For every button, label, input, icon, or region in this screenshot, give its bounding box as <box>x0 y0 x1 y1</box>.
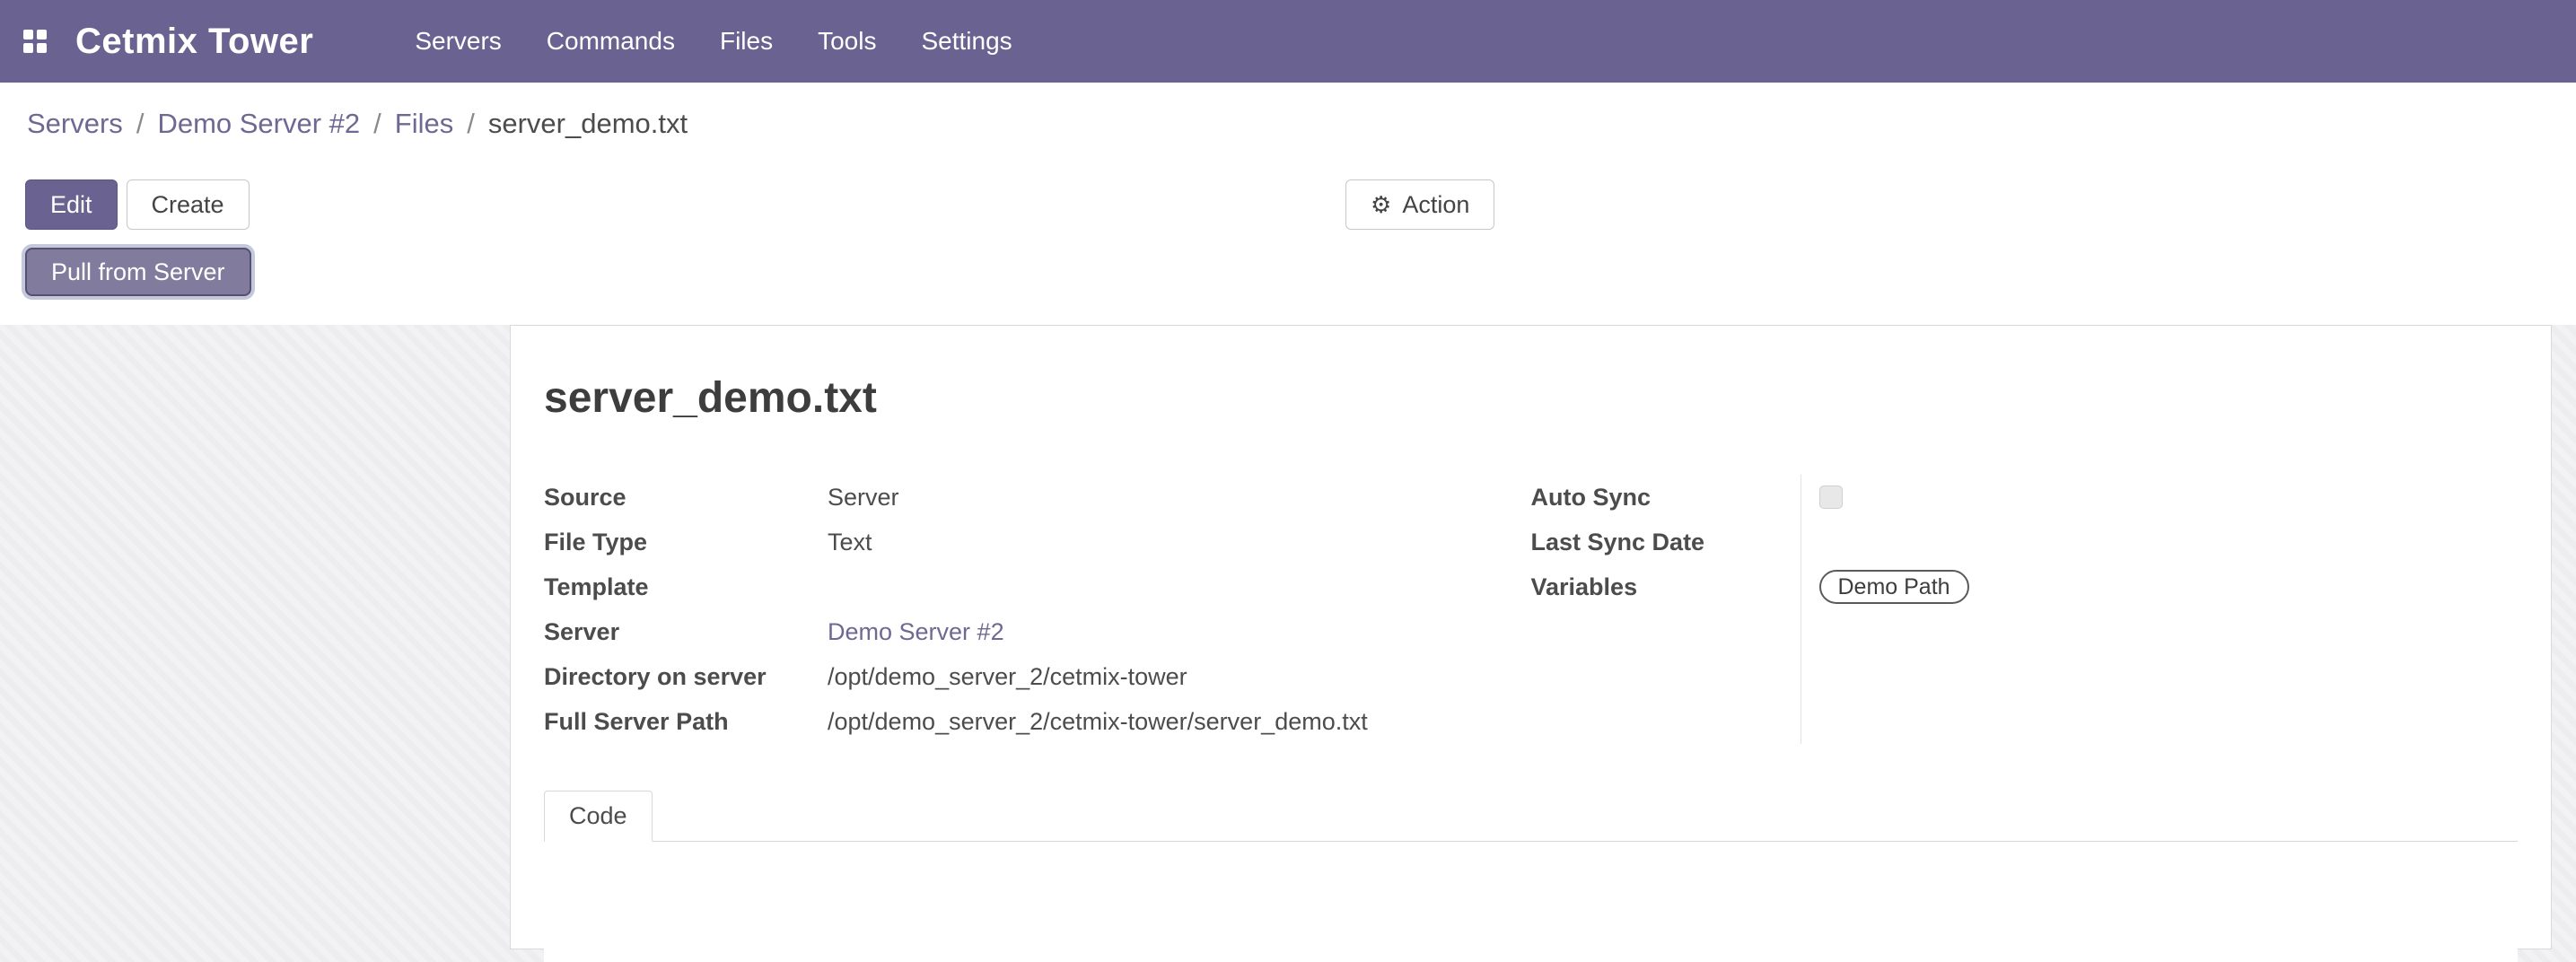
record-actions-row: Pull from Server <box>0 244 2576 302</box>
nav-item-commands[interactable]: Commands <box>524 27 697 56</box>
gear-icon: ⚙ <box>1371 193 1391 216</box>
field-row-directory: Directory on server /opt/demo_server_2/c… <box>544 654 1531 699</box>
create-button[interactable]: Create <box>127 179 250 230</box>
field-groups: Source Server File Type Text Template Se… <box>544 475 2518 744</box>
breadcrumb-servers[interactable]: Servers <box>27 108 123 140</box>
field-row-template: Template <box>544 564 1531 609</box>
field-group-left: Source Server File Type Text Template Se… <box>544 475 1531 744</box>
action-button[interactable]: ⚙ Action <box>1345 179 1494 230</box>
field-value-file-type: Text <box>828 529 872 556</box>
field-label-variables: Variables <box>1531 564 1801 609</box>
main-menu: Servers Commands Files Tools Settings <box>392 0 1034 83</box>
field-label-auto-sync: Auto Sync <box>1531 475 1801 520</box>
edit-button[interactable]: Edit <box>25 179 118 230</box>
field-group-right: Auto Sync Last Sync Date Variables Demo … <box>1531 475 2519 744</box>
field-label-template: Template <box>544 573 828 601</box>
field-label-last-sync-date: Last Sync Date <box>1531 520 1801 564</box>
breadcrumb-separator: / <box>373 108 381 140</box>
right-group-labels: Auto Sync Last Sync Date Variables <box>1531 475 1801 744</box>
tab-code[interactable]: Code <box>544 791 653 842</box>
nav-item-servers[interactable]: Servers <box>392 27 523 56</box>
breadcrumb: Servers / Demo Server #2 / Files / serve… <box>0 83 2576 165</box>
breadcrumb-separator: / <box>467 108 475 140</box>
field-value-source: Server <box>828 484 899 512</box>
field-value-directory: /opt/demo_server_2/cetmix-tower <box>828 663 1187 691</box>
field-value-auto-sync <box>1819 475 1969 520</box>
action-button-label: Action <box>1402 191 1469 219</box>
breadcrumb-current: server_demo.txt <box>488 108 688 140</box>
field-value-variables: Demo Path <box>1819 564 1969 609</box>
notebook-tabs: Code <box>544 791 2518 842</box>
apps-grid-icon[interactable] <box>23 30 47 53</box>
action-menu-wrap: ⚙ Action <box>1345 179 1494 230</box>
right-group-values: Demo Path <box>1801 475 1969 744</box>
breadcrumb-demo-server-2[interactable]: Demo Server #2 <box>157 108 360 140</box>
field-value-full-path: /opt/demo_server_2/cetmix-tower/server_d… <box>828 708 1368 736</box>
pull-from-server-button[interactable]: Pull from Server <box>25 248 251 296</box>
breadcrumb-files[interactable]: Files <box>395 108 453 140</box>
brand-title[interactable]: Cetmix Tower <box>75 22 313 62</box>
field-row-file-type: File Type Text <box>544 520 1531 564</box>
field-row-server: Server Demo Server #2 <box>544 609 1531 654</box>
nav-item-files[interactable]: Files <box>697 27 795 56</box>
field-label-full-path: Full Server Path <box>544 708 828 736</box>
field-value-last-sync-date <box>1819 520 1969 564</box>
form-view-background: server_demo.txt Source Server File Type … <box>0 325 2576 962</box>
form-sheet: server_demo.txt Source Server File Type … <box>510 325 2552 949</box>
field-label-source: Source <box>544 484 828 512</box>
breadcrumb-separator: / <box>136 108 145 140</box>
code-tab-content <box>544 842 2518 962</box>
field-row-source: Source Server <box>544 475 1531 520</box>
top-navbar: Cetmix Tower Servers Commands Files Tool… <box>0 0 2576 83</box>
field-label-server: Server <box>544 618 828 646</box>
auto-sync-checkbox <box>1819 485 1843 509</box>
field-row-full-path: Full Server Path /opt/demo_server_2/cetm… <box>544 699 1531 744</box>
field-value-server-link[interactable]: Demo Server #2 <box>828 618 1004 646</box>
variable-tag-demo-path: Demo Path <box>1819 570 1969 604</box>
field-label-file-type: File Type <box>544 529 828 556</box>
nav-item-tools[interactable]: Tools <box>795 27 898 56</box>
nav-item-settings[interactable]: Settings <box>898 27 1034 56</box>
record-title: server_demo.txt <box>544 372 2518 424</box>
form-buttons-row: Edit Create ⚙ Action <box>0 165 2576 244</box>
field-label-directory: Directory on server <box>544 663 828 691</box>
